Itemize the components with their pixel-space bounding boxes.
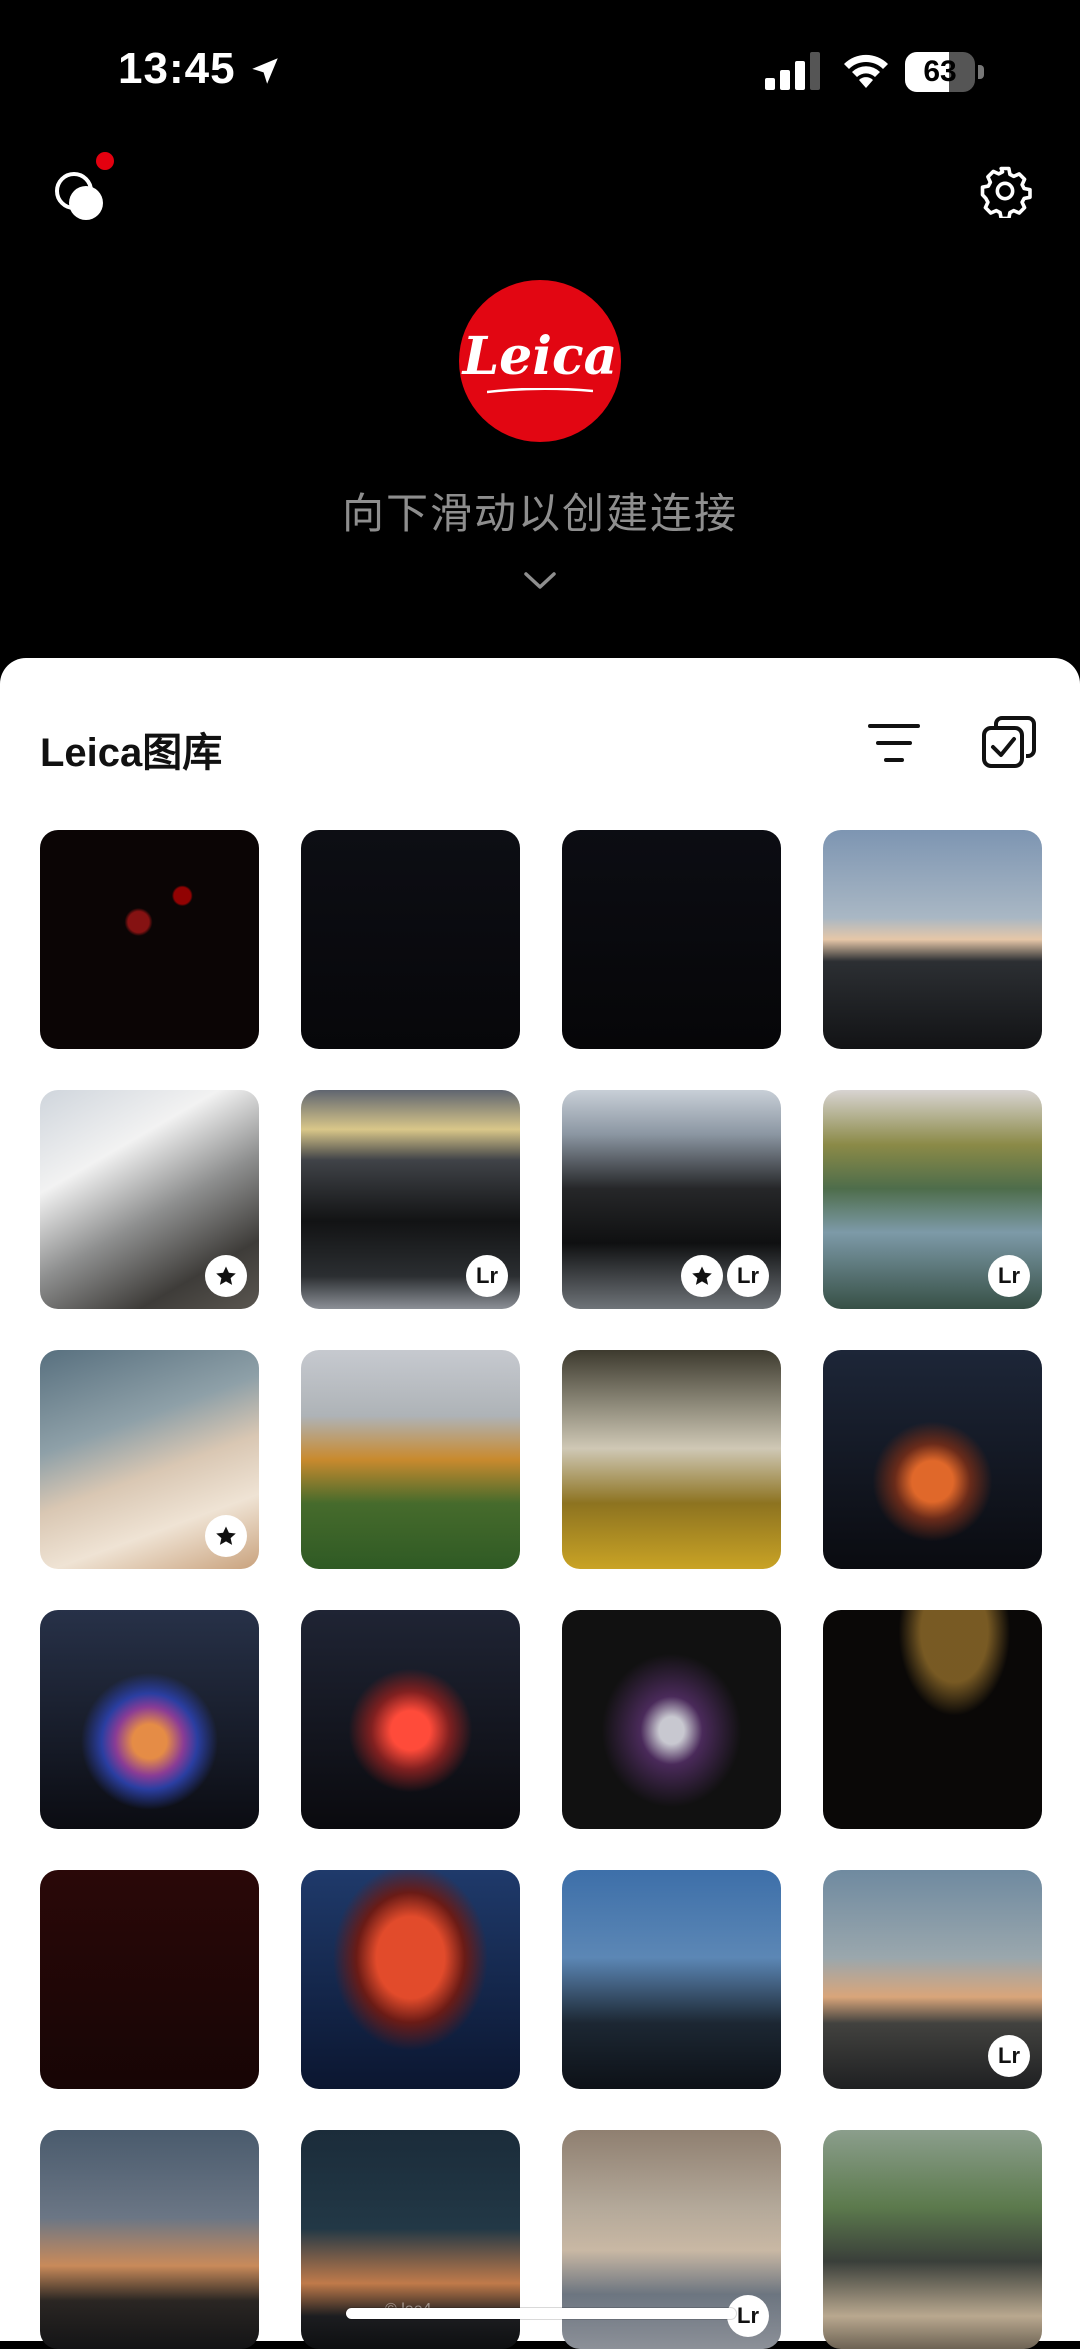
photo-thumbnail[interactable] [562,1610,781,1829]
photo-thumbnail[interactable] [40,2130,259,2349]
photo-thumbnail[interactable] [823,830,1042,1049]
photo-thumbnail[interactable] [301,1610,520,1829]
location-arrow-icon [252,58,278,84]
battery-percent: 63 [923,55,957,88]
status-bar: 13:45 63 [0,0,1080,140]
photo-badges: Lr [681,1255,769,1297]
favorite-badge [681,1255,723,1297]
swipe-hint: 向下滑动以创建连接 [341,490,738,537]
gallery-sheet[interactable]: Leica图库 LrLrLrLr© lee4Lr [0,658,1080,2349]
photo-thumbnail[interactable] [40,1610,259,1829]
photo-thumbnail[interactable]: Lr [823,1870,1042,2089]
battery-icon: 63 [905,52,985,92]
notification-dot [96,152,114,170]
gear-icon[interactable] [978,164,1032,218]
photo-thumbnail[interactable] [562,1350,781,1569]
lightroom-badge: Lr [988,1255,1030,1297]
photo-thumbnail[interactable] [301,1350,520,1569]
connection-area[interactable]: Leica 向下滑动以创建连接 [0,140,1080,660]
favorite-badge [205,1255,247,1297]
photo-thumbnail[interactable]: Lr [301,1090,520,1309]
star-icon [216,1266,236,1285]
lightroom-badge: Lr [988,2035,1030,2077]
photo-thumbnail[interactable] [562,830,781,1049]
photo-thumbnail[interactable] [40,1090,259,1309]
star-icon [216,1526,236,1545]
photo-thumbnail[interactable] [823,1350,1042,1569]
photo-badges: Lr [466,1255,508,1297]
photo-thumbnail[interactable] [40,830,259,1049]
status-time: 13:45 [118,44,236,93]
photo-thumbnail[interactable]: Lr [823,1090,1042,1309]
photo-thumbnail[interactable] [823,2130,1042,2349]
photo-badges [205,1515,247,1557]
signal-icon [765,52,820,90]
wifi-icon [844,54,888,88]
favorite-badge [205,1515,247,1557]
photo-badges [205,1255,247,1297]
photo-thumbnail[interactable] [562,1870,781,2089]
lightroom-badge: Lr [727,1255,769,1297]
leica-logo-text: Leica [462,326,618,387]
select-icon[interactable] [980,714,1038,770]
photo-badges: Lr [988,1255,1030,1297]
devices-button[interactable] [46,152,118,227]
photo-thumbnail[interactable] [40,1870,259,2089]
star-icon [692,1266,712,1285]
chevron-down-icon [524,572,556,589]
photo-thumbnail[interactable] [823,1610,1042,1829]
lightroom-badge: Lr [466,1255,508,1297]
photo-badges: Lr [988,2035,1030,2077]
home-indicator [346,2308,736,2319]
photo-thumbnail[interactable] [301,830,520,1049]
filter-icon[interactable] [868,720,920,766]
photo-thumbnail[interactable] [301,1870,520,2089]
gallery-title: Leica图库 [40,731,223,775]
photo-thumbnail[interactable] [40,1350,259,1569]
photo-thumbnail[interactable]: Lr [562,1090,781,1309]
leica-logo: Leica [459,280,621,442]
